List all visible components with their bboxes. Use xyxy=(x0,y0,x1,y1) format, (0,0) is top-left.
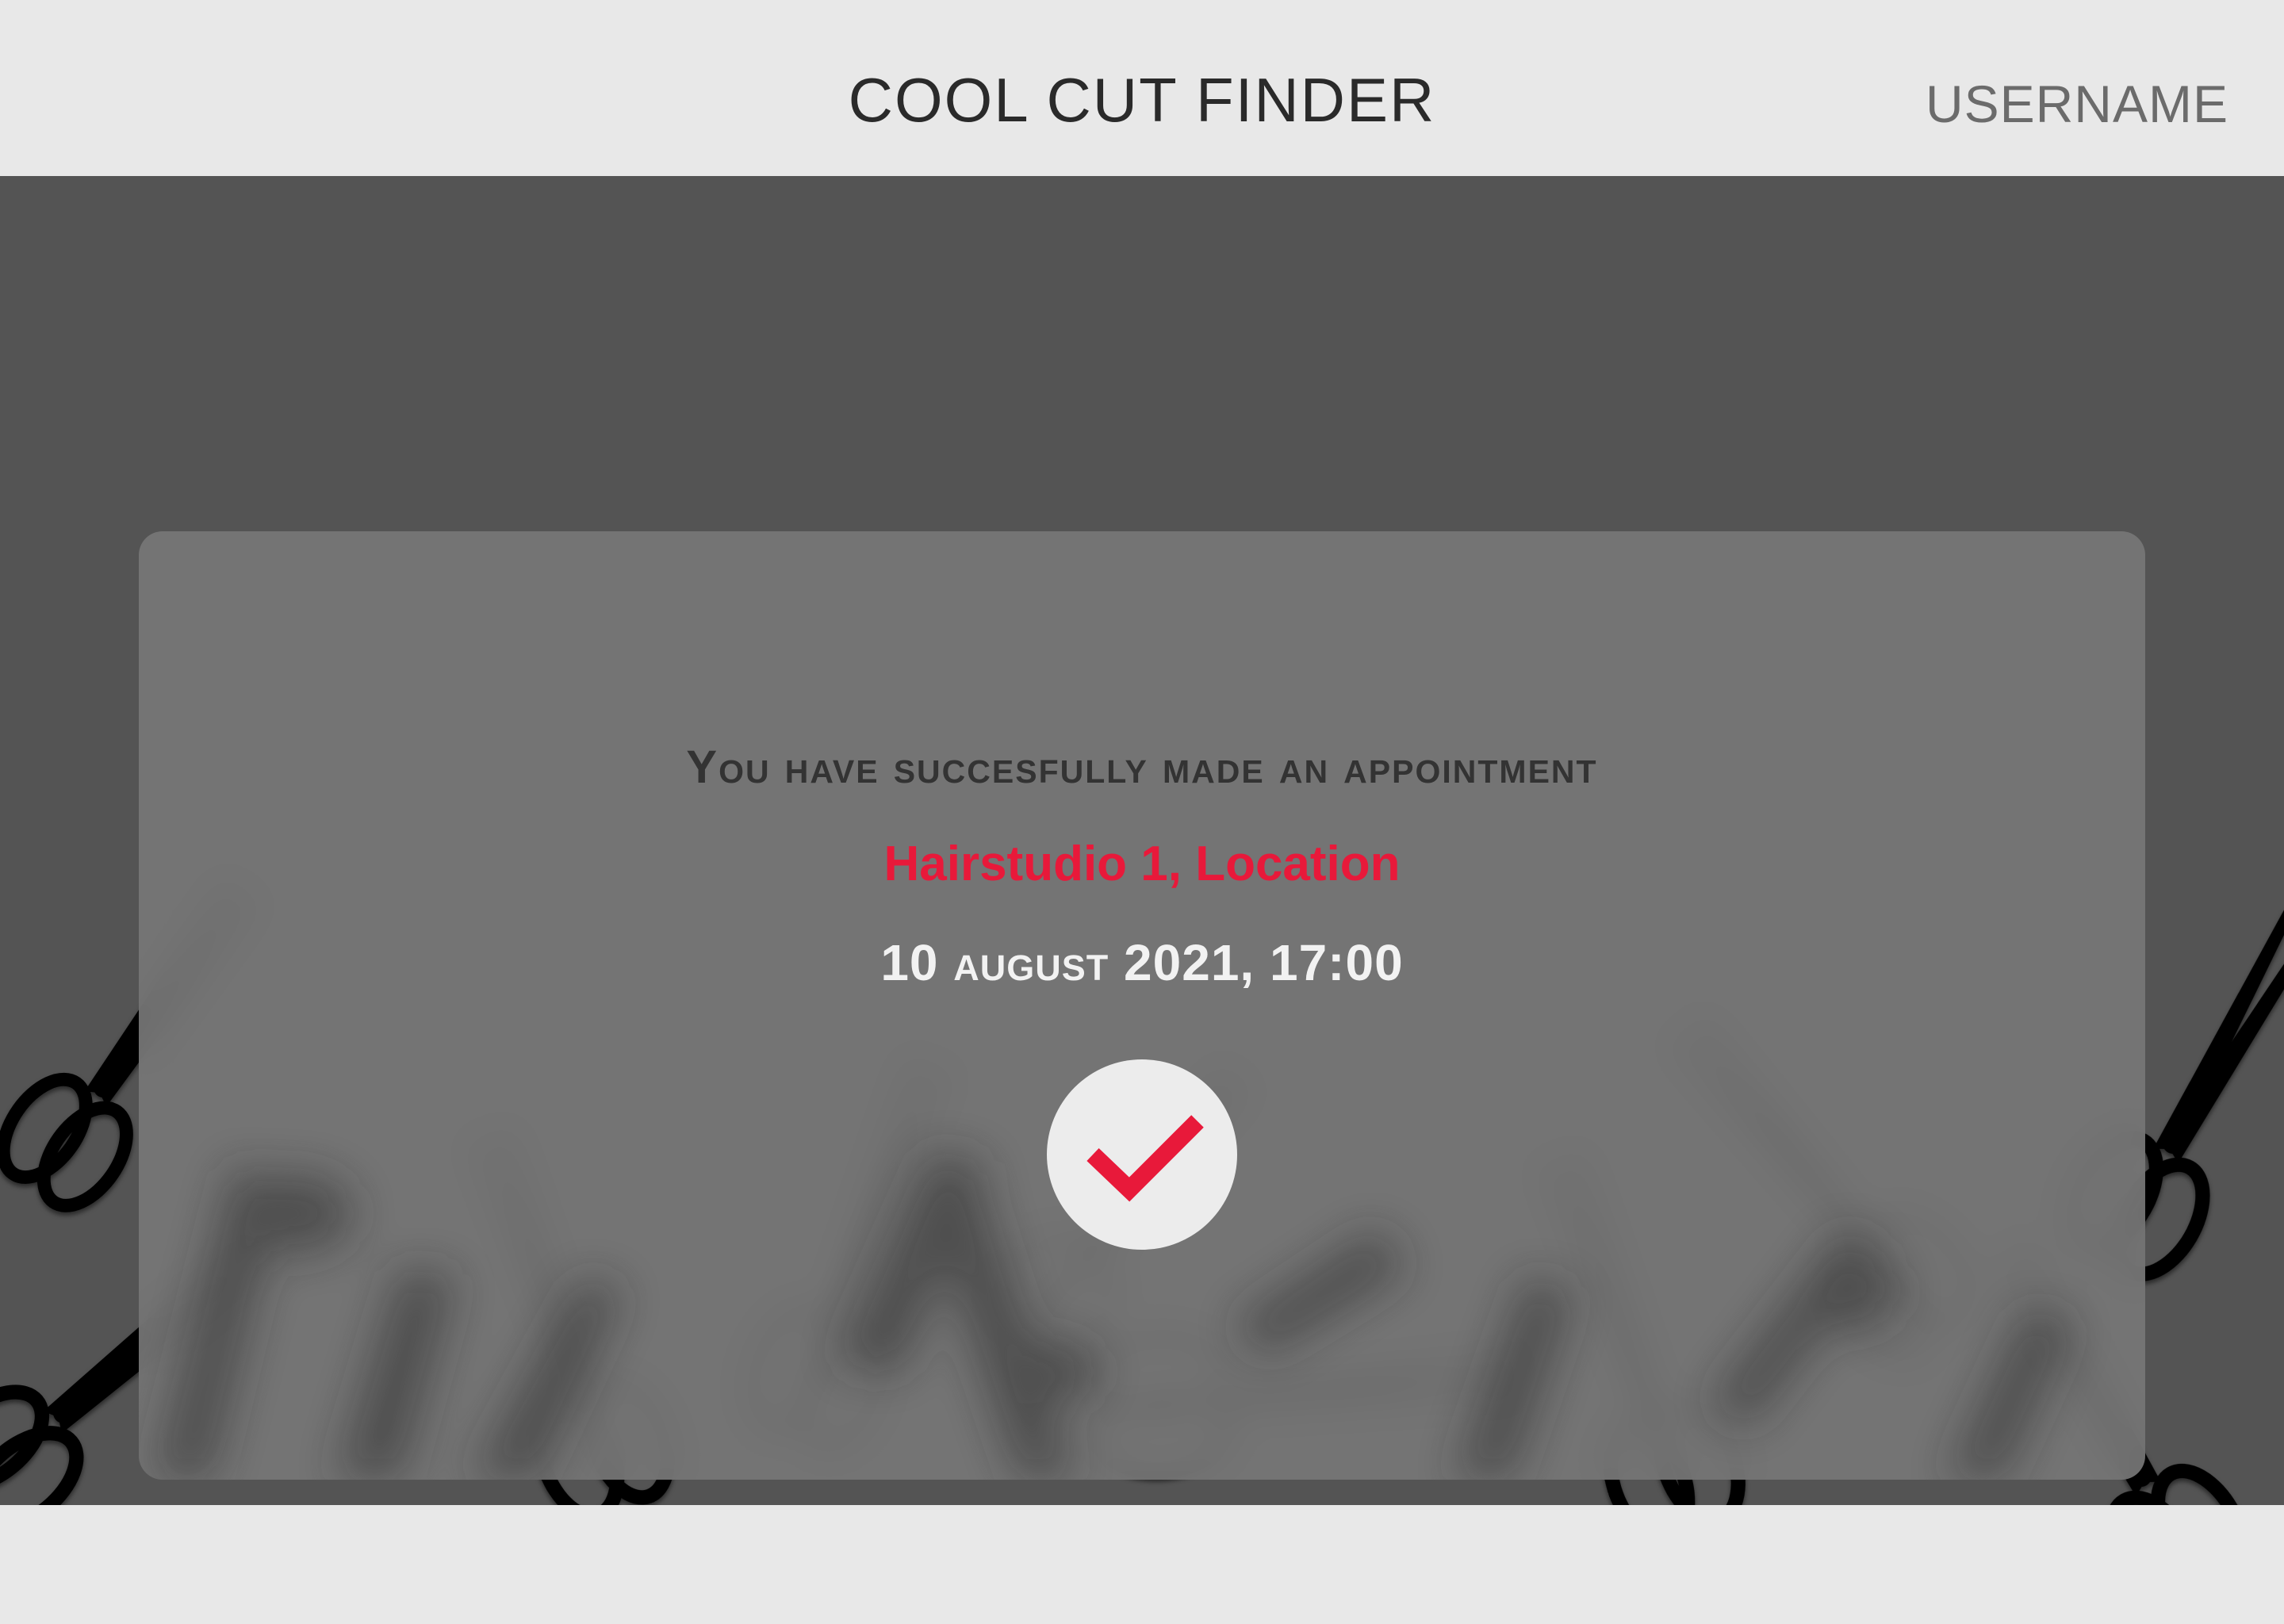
success-message: You have succesfully made an appointment xyxy=(686,741,1598,793)
appointment-datetime: 10 august 2021, 17:00 xyxy=(880,934,1404,991)
salon-name: Hairstudio 1, Location xyxy=(883,837,1401,891)
confirmation-card: You have succesfully made an appointment… xyxy=(139,531,2145,1480)
success-badge xyxy=(1047,1059,1237,1250)
page-footer xyxy=(0,1505,2284,1624)
username-link[interactable]: USERNAME xyxy=(1926,68,2228,140)
app-header: COOL CUT FINDER USERNAME xyxy=(0,0,2284,176)
checkmark-icon xyxy=(1086,1115,1204,1202)
hero-background: You have succesfully made an appointment… xyxy=(0,176,2284,1505)
